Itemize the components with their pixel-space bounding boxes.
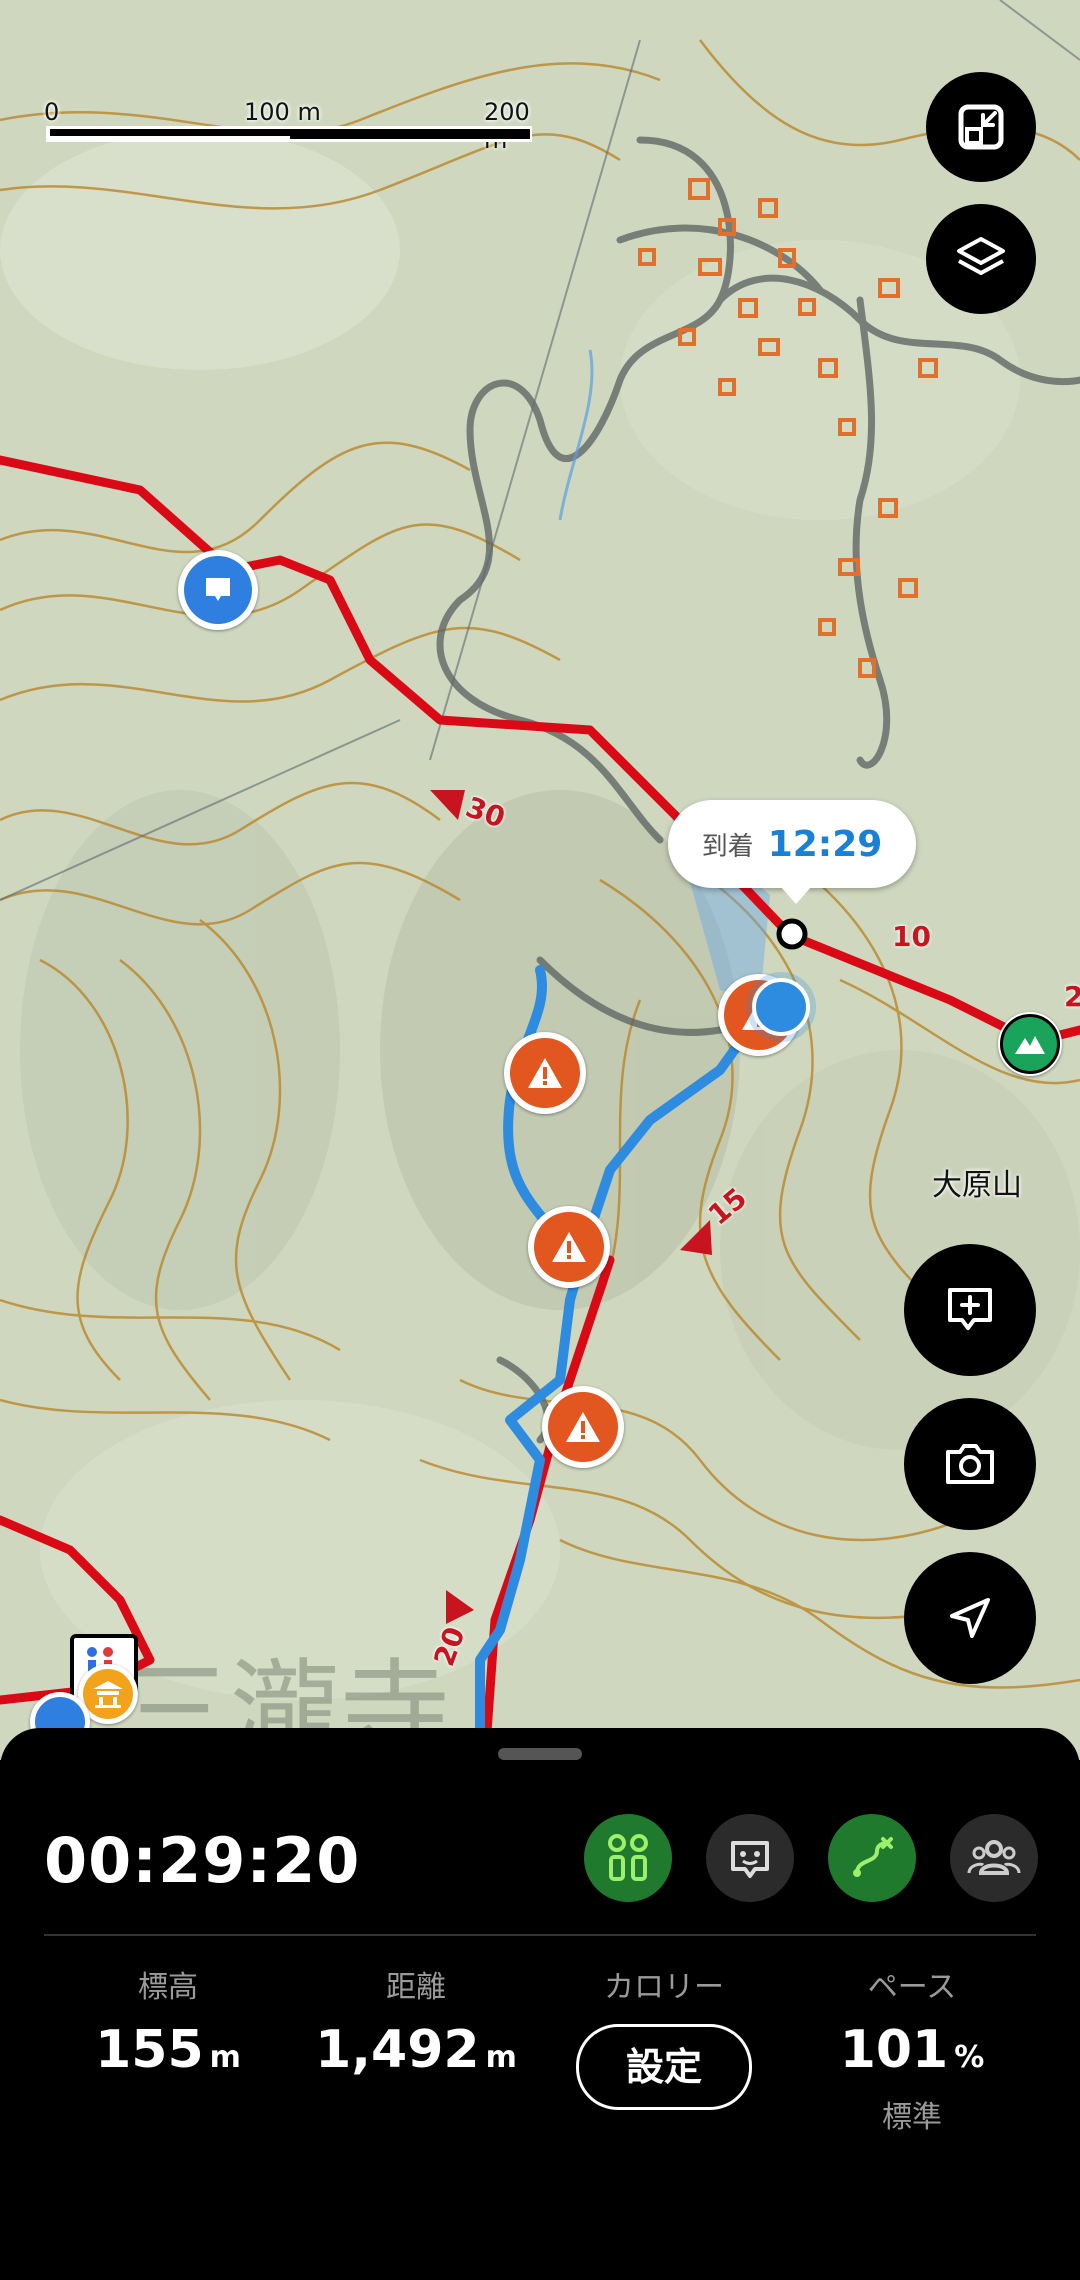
place-label: 大原山 xyxy=(932,1168,1022,1203)
add-memo-button[interactable] xyxy=(904,1244,1036,1376)
face-icon xyxy=(731,1841,769,1878)
camera-icon xyxy=(946,1444,994,1484)
scale-bar-graphic xyxy=(46,126,532,142)
warning-icon xyxy=(528,1058,562,1088)
memo-pin[interactable] xyxy=(178,550,258,630)
calorie-setup-button[interactable]: 設定 xyxy=(576,2024,752,2110)
arrival-tooltip[interactable]: 到着 12:29 xyxy=(668,800,916,904)
comment-icon xyxy=(206,578,230,601)
fullscreen-button[interactable] xyxy=(926,72,1036,182)
arrival-time: 12:29 xyxy=(767,823,883,865)
warning-pin-1[interactable] xyxy=(504,1032,586,1114)
panel-divider xyxy=(44,1934,1036,1936)
navigation-icon xyxy=(950,1598,990,1638)
layers-button[interactable] xyxy=(926,204,1036,314)
arrival-label: 到着 xyxy=(701,831,754,862)
distance-stat: 距離 1,492 m xyxy=(296,1962,536,2080)
current-location-button[interactable] xyxy=(904,1552,1036,1684)
pace-level: 標準 xyxy=(882,2100,942,2135)
distance-unit: m xyxy=(485,2040,517,2075)
distance-label: 距離 xyxy=(386,1970,446,2005)
elevation-value: 155 xyxy=(95,2020,204,2080)
warning-icon xyxy=(552,1232,586,1262)
face-button[interactable] xyxy=(706,1814,794,1902)
warning-pin-2[interactable] xyxy=(528,1206,610,1288)
pace-unit: % xyxy=(954,2040,985,2075)
km-marker-edge: 2 xyxy=(1064,980,1080,1013)
warning-icon xyxy=(566,1412,600,1442)
map-view[interactable]: 三瀧寺 30 10 15 20 2 0 100 m 200 m xyxy=(0,0,1080,1760)
elevation-unit: m xyxy=(209,2040,241,2075)
summit-pin[interactable] xyxy=(998,1012,1062,1076)
panel-drag-handle[interactable] xyxy=(498,1748,582,1760)
route-icon xyxy=(853,1837,893,1877)
group-button[interactable] xyxy=(950,1814,1038,1902)
temple-icon xyxy=(93,1681,123,1708)
altitude-marker-icon xyxy=(608,1834,648,1881)
activity-panel: 00:29:20 標高 155 m 距離 1,492 m カロリー 設定 ペース… xyxy=(0,1728,1080,2280)
camera-button[interactable] xyxy=(904,1398,1036,1530)
fullscreen-icon xyxy=(958,104,1004,150)
elevation-marker-button[interactable] xyxy=(584,1814,672,1902)
elevation-label: 標高 xyxy=(138,1970,198,2005)
route-guide-button[interactable] xyxy=(828,1814,916,1902)
calorie-label: カロリー xyxy=(604,1970,724,2005)
elevation-stat: 標高 155 m xyxy=(48,1962,288,2080)
add-memo-icon xyxy=(948,1288,992,1330)
pace-value: 101 xyxy=(839,2020,949,2080)
distance-value: 1,492 xyxy=(315,2020,480,2080)
layers-icon xyxy=(957,237,1005,275)
map-scale-bar: 0 100 m 200 m xyxy=(44,98,534,154)
mountain-icon xyxy=(1015,1036,1045,1054)
elapsed-time: 00:29:20 xyxy=(44,1824,361,1897)
pace-stat: ペース 101% 標準 xyxy=(792,1962,1032,2136)
km-marker-10: 10 xyxy=(892,920,931,953)
pace-label: ペース xyxy=(867,1970,957,2005)
group-icon xyxy=(967,1840,1021,1875)
warning-pin-3[interactable] xyxy=(542,1386,624,1468)
calorie-stat: カロリー 設定 xyxy=(544,1962,784,2110)
current-location-marker xyxy=(752,978,810,1036)
